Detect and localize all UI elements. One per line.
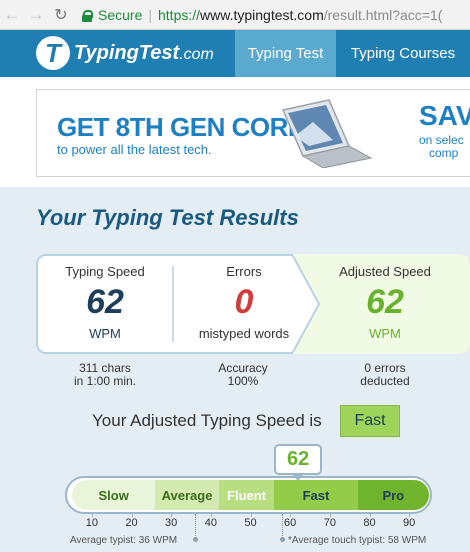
site-logo[interactable]: T TypingTest.com <box>36 36 214 70</box>
tab-typing-test[interactable]: Typing Test <box>235 30 336 77</box>
speed-segment-pro: Pro <box>357 480 429 510</box>
errors-label: Errors <box>226 264 262 279</box>
adjusted-speed-sentence: Your Adjusted Typing Speed is <box>92 411 322 430</box>
logo-mark-icon: T <box>36 36 70 70</box>
typing-speed-label: Typing Speed <box>65 264 145 279</box>
url-host: www.typingtest.com <box>200 6 324 23</box>
back-arrow-icon[interactable]: ← <box>0 0 24 30</box>
reload-icon[interactable]: ↻ <box>48 0 74 30</box>
scale-tick-label: 10 <box>85 517 98 529</box>
typing-speed-value: 62 <box>86 283 124 321</box>
laptop-image <box>281 99 373 168</box>
speed-marker: 62 <box>274 444 323 475</box>
average-touch-typist-guide <box>282 514 284 538</box>
typing-speed-column: Typing Speed 62 WPM <box>40 264 170 341</box>
errors-value: 0 <box>234 283 254 321</box>
scale-tick-label: 50 <box>244 517 257 529</box>
errors-unit: mistyped words <box>198 326 290 341</box>
card-divider <box>172 266 174 342</box>
average-typist-dot <box>192 537 198 542</box>
scale-tick-label: 80 <box>363 517 376 529</box>
scale-tick-label: 40 <box>204 517 217 529</box>
lock-icon <box>82 9 93 22</box>
secure-label: Secure <box>98 6 143 23</box>
average-typist-guide <box>194 514 196 538</box>
scale-tick-label: 30 <box>165 517 178 529</box>
scale-tick-label: 90 <box>403 517 416 529</box>
average-typist-note: Average typist: 36 WPM <box>70 535 178 546</box>
deducted-label: deducted <box>360 374 410 388</box>
scale-tick-label: 70 <box>323 517 336 529</box>
results-title: Your Typing Test Results <box>36 205 299 230</box>
errors-column: Errors 0 mistyped words <box>176 264 312 341</box>
adjusted-speed-label: Adjusted Speed <box>339 264 431 279</box>
url-scheme: https:// <box>158 6 201 23</box>
scale-tick-label: 20 <box>125 517 138 529</box>
url-field[interactable]: Secure | https:// www.typingtest.com /re… <box>82 0 442 30</box>
speed-segment-fast: Fast <box>274 480 358 510</box>
url-path: /result.html?acc=1( <box>323 6 443 23</box>
adjusted-rating-badge: Fast <box>340 405 400 437</box>
deducted-stat: 0 errors deducted <box>330 362 440 388</box>
typing-speed-unit: WPM <box>89 326 121 341</box>
ad-right-subline: on selec comp <box>419 133 464 160</box>
speed-segment-average: Average <box>155 480 219 510</box>
average-touch-typist-note: *Average touch typist: 58 WPM <box>288 535 427 546</box>
browser-address-bar: ← → ↻ Secure | https:// www.typingtest.c… <box>0 0 470 30</box>
site-navbar: T TypingTest.com Typing Test Typing Cour… <box>0 30 470 77</box>
accuracy-stat: Accuracy 100% <box>188 362 298 388</box>
ad-subline: to power all the latest tech. <box>57 142 212 157</box>
accuracy-value: 100% <box>227 374 259 388</box>
ad-banner[interactable]: GET 8TH GEN CORE™ to power all the lates… <box>36 89 470 177</box>
chars-duration: in 1:00 min. <box>73 374 137 388</box>
adjusted-speed-column: Adjusted Speed 62 WPM <box>310 264 460 341</box>
forward-arrow-icon[interactable]: → <box>24 0 48 30</box>
tab-typing-courses[interactable]: Typing Courses <box>336 30 470 77</box>
ad-banner-area: GET 8TH GEN CORE™ to power all the lates… <box>0 77 470 187</box>
logo-name: TypingTest.com <box>74 41 214 64</box>
ad-right-headline: SAVE <box>419 100 470 131</box>
speed-segment-fluent: Fluent <box>218 480 275 510</box>
speed-scale-bar: Slow Average Fluent Fast Pro <box>72 480 429 510</box>
chars-stat: 311 chars in 1:00 min. <box>50 362 160 388</box>
url-separator: | <box>148 6 152 23</box>
scale-tick-label: 60 <box>284 517 297 529</box>
speed-marker-pointer <box>292 474 305 481</box>
speed-segment-slow: Slow <box>72 480 156 510</box>
adjusted-speed-unit: WPM <box>369 326 401 341</box>
adjusted-speed-value: 62 <box>366 283 404 321</box>
